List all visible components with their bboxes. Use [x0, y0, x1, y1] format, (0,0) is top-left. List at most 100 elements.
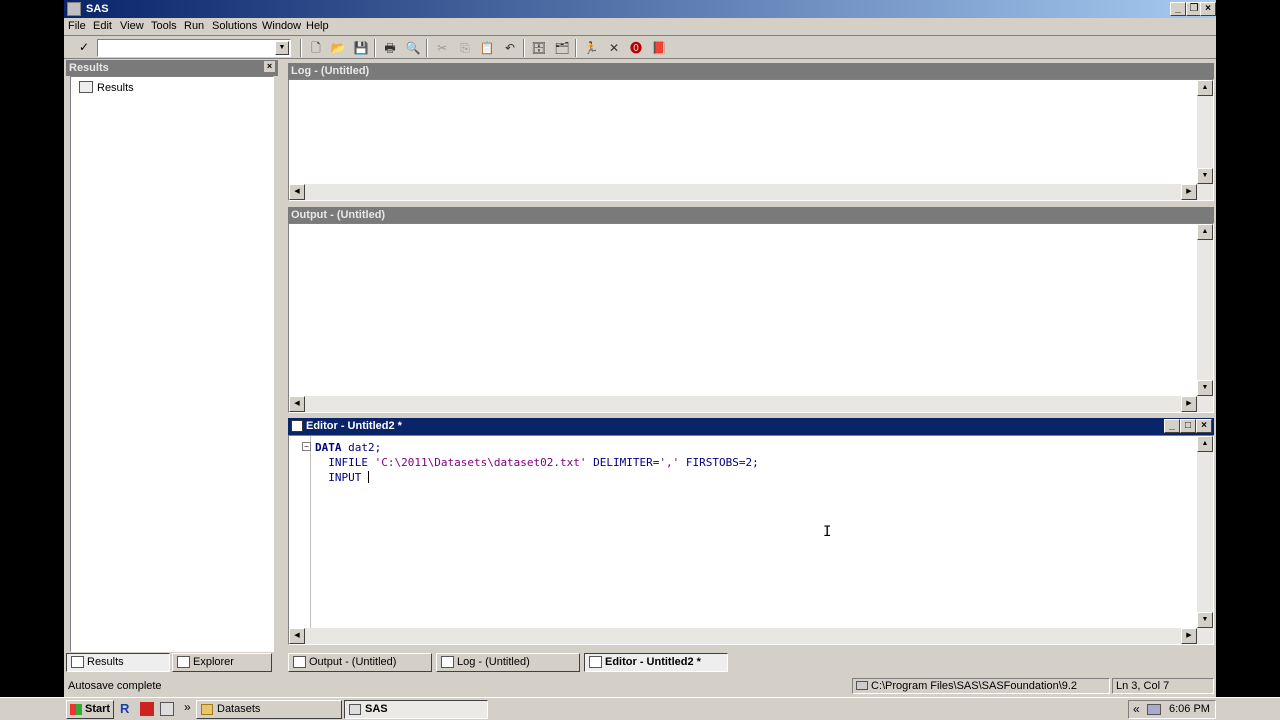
menu-help[interactable]: Help: [306, 20, 329, 32]
open-icon[interactable]: 📂: [329, 40, 347, 56]
sas-quicklaunch-icon[interactable]: [140, 702, 154, 716]
results-scrollbar[interactable]: [257, 77, 273, 651]
save-icon[interactable]: 💾: [352, 40, 370, 56]
print-preview-icon[interactable]: 🔍: [404, 40, 422, 56]
clear-icon[interactable]: ✕: [605, 40, 623, 56]
more-icon[interactable]: »: [184, 700, 191, 714]
output-vscroll[interactable]: ▲ ▼: [1197, 224, 1213, 396]
task-datasets[interactable]: Datasets: [196, 700, 342, 719]
chevron-down-icon[interactable]: ▼: [275, 41, 289, 55]
code-line: DATA dat2;: [315, 441, 382, 454]
output-pane-title: Output - (Untitled): [288, 207, 1214, 223]
log-hscroll[interactable]: ◀ ▶: [289, 184, 1213, 200]
checkmark-icon[interactable]: ✓: [74, 40, 94, 56]
close-icon[interactable]: ×: [264, 61, 275, 72]
tab-editor[interactable]: Editor - Untitled2 *: [584, 653, 728, 672]
status-bar: Autosave complete C:\Program Files\SAS\S…: [64, 676, 1216, 696]
clock[interactable]: 6:06 PM: [1169, 701, 1210, 718]
print-icon[interactable]: 🖶: [381, 40, 399, 56]
menu-tools[interactable]: Tools: [151, 20, 177, 32]
output-content[interactable]: ▲ ▼ ◀ ▶: [288, 223, 1214, 413]
log-content[interactable]: ▲ ▼ ◀ ▶: [288, 79, 1214, 201]
editor-vscroll[interactable]: ▲ ▼: [1197, 436, 1213, 628]
results-folder-icon: [79, 81, 93, 93]
copy-icon[interactable]: ⎘: [456, 40, 474, 56]
editor-icon: [589, 656, 602, 668]
editor-doc-icon: [291, 420, 303, 432]
close-button[interactable]: ×: [1200, 2, 1216, 16]
editor-minimize-button[interactable]: _: [1164, 419, 1180, 433]
network-icon[interactable]: [1147, 704, 1161, 715]
scroll-down-icon[interactable]: ▼: [1197, 168, 1213, 184]
scroll-left-icon[interactable]: ◀: [289, 628, 305, 644]
scroll-up-icon[interactable]: ▲: [1197, 224, 1213, 240]
text-caret: [368, 471, 369, 483]
toolbar-separator: [426, 39, 428, 57]
log-icon: [441, 656, 454, 668]
desktop-quicklaunch-icon[interactable]: [160, 702, 174, 716]
paste-icon[interactable]: 📋: [478, 40, 496, 56]
folder-icon: [201, 704, 213, 715]
tree-node-results[interactable]: Results: [79, 81, 134, 94]
sas-window: SAS _ ❐ × File Edit View Tools Run Solut…: [64, 0, 1216, 720]
command-box[interactable]: ▼: [97, 39, 291, 57]
tab-explorer[interactable]: Explorer: [172, 653, 272, 672]
status-message: Autosave complete: [68, 680, 162, 692]
taskbar: Start R » Datasets SAS « 6:06 PM: [0, 697, 1280, 720]
text-cursor-icon: I: [823, 524, 832, 540]
drive-icon: [856, 681, 868, 690]
start-button[interactable]: Start: [66, 700, 114, 719]
scroll-up-icon[interactable]: ▲: [1197, 436, 1213, 452]
task-sas[interactable]: SAS: [344, 700, 488, 719]
menu-edit[interactable]: Edit: [93, 20, 112, 32]
output-hscroll[interactable]: ◀ ▶: [289, 396, 1213, 412]
submit-icon[interactable]: 🏃: [582, 40, 600, 56]
windows-logo-icon: [70, 704, 82, 715]
editor-close-button[interactable]: ×: [1196, 419, 1212, 433]
status-position: Ln 3, Col 7: [1112, 678, 1214, 694]
scroll-right-icon[interactable]: ▶: [1181, 628, 1197, 644]
editor-hscroll[interactable]: ◀ ▶: [289, 628, 1213, 644]
results-tree: Results: [70, 76, 274, 652]
window-title: SAS: [86, 3, 109, 15]
tray-expand-icon[interactable]: «: [1133, 701, 1140, 718]
scroll-down-icon[interactable]: ▼: [1197, 380, 1213, 396]
scroll-right-icon[interactable]: ▶: [1181, 396, 1197, 412]
r-quicklaunch-icon[interactable]: R: [120, 702, 134, 716]
editor-maximize-button[interactable]: □: [1180, 419, 1196, 433]
scroll-up-icon[interactable]: ▲: [1197, 80, 1213, 96]
collapse-icon[interactable]: −: [302, 442, 311, 451]
minimize-button[interactable]: _: [1170, 2, 1186, 16]
code-area[interactable]: DATA dat2; INFILE 'C:\2011\Datasets\data…: [315, 440, 759, 485]
undo-icon[interactable]: ↶: [501, 40, 519, 56]
menu-run[interactable]: Run: [184, 20, 204, 32]
help-icon[interactable]: 📕: [650, 40, 668, 56]
results-icon: [71, 656, 84, 668]
sas-icon: [349, 704, 361, 715]
code-line: INPUT: [328, 471, 369, 484]
explorer-icon[interactable]: 🗂: [553, 40, 571, 56]
menu-file[interactable]: File: [68, 20, 86, 32]
editor-content[interactable]: − DATA dat2; INFILE 'C:\2011\Datasets\da…: [288, 435, 1214, 645]
menu-window[interactable]: Window: [262, 20, 301, 32]
scroll-right-icon[interactable]: ▶: [1181, 184, 1197, 200]
tab-log[interactable]: Log - (Untitled): [436, 653, 580, 672]
title-bar: SAS _ ❐ ×: [64, 0, 1216, 18]
break-icon[interactable]: ⓿: [627, 40, 645, 56]
tab-output[interactable]: Output - (Untitled): [288, 653, 432, 672]
status-path[interactable]: C:\Program Files\SAS\SASFoundation\9.2: [852, 678, 1110, 694]
scroll-left-icon[interactable]: ◀: [289, 184, 305, 200]
scroll-left-icon[interactable]: ◀: [289, 396, 305, 412]
menu-solutions[interactable]: Solutions: [212, 20, 257, 32]
toolbar-separator: [523, 39, 525, 57]
tab-results[interactable]: Results: [66, 653, 170, 672]
new-icon[interactable]: 🗋: [307, 40, 325, 56]
cut-icon[interactable]: ✂: [433, 40, 451, 56]
menu-view[interactable]: View: [120, 20, 144, 32]
toolbar-separator: [300, 39, 302, 57]
log-vscroll[interactable]: ▲ ▼: [1197, 80, 1213, 184]
scroll-down-icon[interactable]: ▼: [1197, 612, 1213, 628]
explorer-icon: [177, 656, 190, 668]
toolbar: ✓ ▼ 🗋 📂 💾 🖶 🔍 ✂ ⎘ 📋 ↶ 🗄 🗂 🏃 ✕ ⓿ 📕: [64, 37, 1216, 59]
libraries-icon[interactable]: 🗄: [530, 40, 548, 56]
